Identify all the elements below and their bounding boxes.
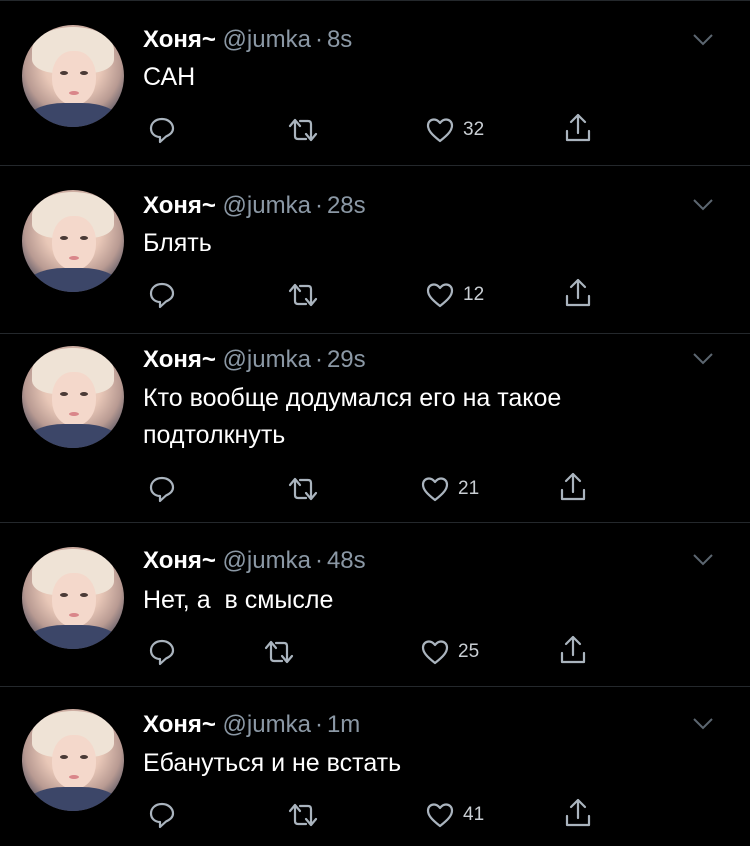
like-button[interactable]: 12	[425, 280, 484, 310]
separator: ·	[314, 711, 323, 738]
tweet[interactable]: Хоня~ @jumka · 29s Кто вообще додумался ег…	[0, 334, 750, 522]
share-icon	[565, 278, 591, 307]
retweet-icon	[288, 803, 318, 827]
display-name[interactable]: Хоня~	[143, 26, 216, 53]
reply-button[interactable]	[147, 474, 177, 504]
user-handle[interactable]: @jumka	[223, 346, 311, 373]
reply-button[interactable]	[147, 280, 177, 310]
share-icon	[560, 472, 586, 501]
display-name[interactable]: Хоня~	[143, 346, 216, 373]
avatar[interactable]	[22, 547, 124, 649]
share-button[interactable]	[563, 278, 593, 308]
retweet-button[interactable]	[262, 637, 296, 667]
tweet[interactable]: Хоня~ @jumka · 48s Нет, а в смысле 25	[0, 523, 750, 686]
retweet-button[interactable]	[286, 800, 320, 830]
avatar[interactable]	[22, 709, 124, 811]
tweet-text: Ебануться и не встать	[143, 749, 402, 777]
avatar[interactable]	[22, 25, 124, 127]
reply-icon	[149, 476, 175, 503]
tweet-text: Нет, а в смысле	[143, 586, 334, 614]
tweet-header: Хоня~ @jumka · 1m	[143, 707, 360, 743]
timestamp[interactable]: 8s	[327, 26, 352, 53]
separator: ·	[314, 547, 323, 574]
separator: ·	[314, 26, 323, 53]
retweet-button[interactable]	[286, 280, 320, 310]
tweet-header: Хоня~ @jumka · 28s	[143, 188, 366, 224]
like-button[interactable]: 21	[420, 474, 479, 504]
chevron-down-icon[interactable]	[692, 717, 714, 731]
share-icon	[565, 798, 591, 827]
display-name[interactable]: Хоня~	[143, 711, 216, 738]
heart-icon	[426, 283, 454, 308]
heart-icon	[421, 640, 449, 665]
like-count: 21	[458, 478, 480, 499]
tweet-header: Хоня~ @jumka · 29s	[143, 342, 366, 378]
timestamp[interactable]: 1m	[327, 711, 360, 738]
tweet-header: Хоня~ @jumka · 48s	[143, 543, 366, 579]
like-button[interactable]: 41	[425, 800, 484, 830]
reply-icon	[149, 639, 175, 666]
tweet-text: Кто вообще додумался его на такое подтол…	[143, 384, 562, 449]
chevron-down-icon[interactable]	[692, 33, 714, 47]
retweet-icon	[264, 640, 294, 664]
retweet-icon	[288, 118, 318, 142]
tweet-header: Хоня~ @jumka · 8s	[143, 22, 352, 58]
retweet-icon	[288, 283, 318, 307]
share-button[interactable]	[563, 798, 593, 828]
tweet-text: САН	[143, 63, 196, 91]
chevron-down-icon[interactable]	[692, 352, 714, 366]
reply-icon	[149, 117, 175, 144]
user-handle[interactable]: @jumka	[223, 547, 311, 574]
tweet[interactable]: Хоня~ @jumka · 1m Ебануться и не встать 41	[0, 687, 750, 846]
share-button[interactable]	[563, 113, 593, 143]
tweet-feed: Хоня~ @jumka · 8s САН 32 Хоня~ @jumka · 28s …	[0, 0, 750, 846]
like-count: 41	[463, 804, 485, 825]
share-icon	[560, 635, 586, 664]
timestamp[interactable]: 29s	[327, 346, 366, 373]
user-handle[interactable]: @jumka	[223, 192, 311, 219]
heart-icon	[426, 118, 454, 143]
display-name[interactable]: Хоня~	[143, 547, 216, 574]
reply-button[interactable]	[147, 800, 177, 830]
retweet-button[interactable]	[286, 115, 320, 145]
reply-icon	[149, 802, 175, 829]
heart-icon	[421, 477, 449, 502]
reply-button[interactable]	[147, 637, 177, 667]
avatar[interactable]	[22, 346, 124, 448]
like-count: 32	[463, 119, 485, 140]
like-button[interactable]: 32	[425, 115, 484, 145]
user-handle[interactable]: @jumka	[223, 26, 311, 53]
like-count: 12	[463, 284, 485, 305]
separator: ·	[314, 192, 323, 219]
user-handle[interactable]: @jumka	[223, 711, 311, 738]
tweet-text: Блять	[143, 229, 212, 257]
retweet-button[interactable]	[286, 474, 320, 504]
like-count: 25	[458, 641, 480, 662]
chevron-down-icon[interactable]	[692, 198, 714, 212]
share-button[interactable]	[558, 635, 588, 665]
share-icon	[565, 113, 591, 142]
tweet[interactable]: Хоня~ @jumka · 8s САН 32	[0, 0, 750, 165]
timestamp[interactable]: 48s	[327, 547, 366, 574]
retweet-icon	[288, 477, 318, 501]
chevron-down-icon[interactable]	[692, 553, 714, 567]
timestamp[interactable]: 28s	[327, 192, 366, 219]
tweet[interactable]: Хоня~ @jumka · 28s Блять 12	[0, 166, 750, 333]
share-button[interactable]	[558, 472, 588, 502]
separator: ·	[314, 346, 323, 373]
avatar[interactable]	[22, 190, 124, 292]
like-button[interactable]: 25	[420, 637, 479, 667]
display-name[interactable]: Хоня~	[143, 192, 216, 219]
reply-button[interactable]	[147, 115, 177, 145]
reply-icon	[149, 282, 175, 309]
heart-icon	[426, 803, 454, 828]
